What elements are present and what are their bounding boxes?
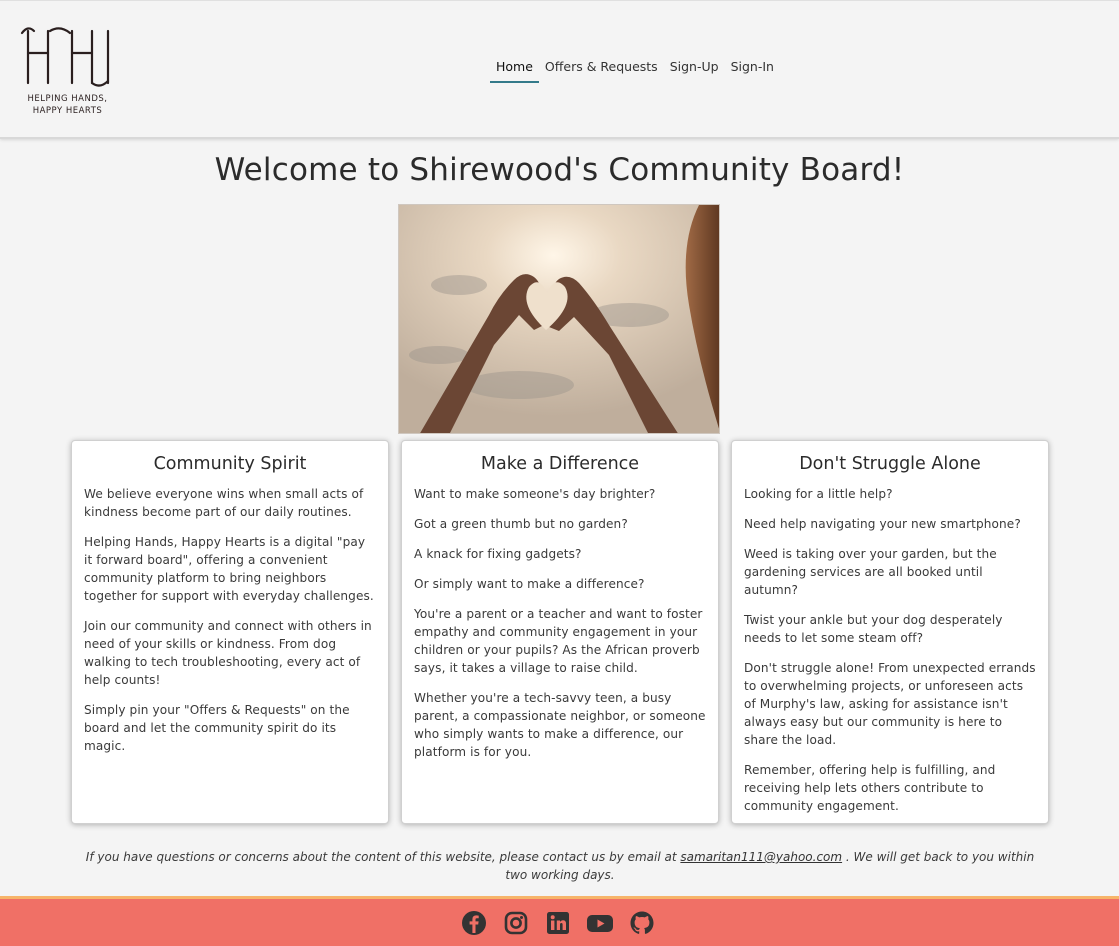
nav-sign-up[interactable]: Sign-Up [664, 51, 725, 83]
card-paragraph: We believe everyone wins when small acts… [84, 487, 364, 519]
site-logo[interactable]: HELPING HANDS, HAPPY HEARTS [20, 23, 115, 118]
card-paragraph: Remember, offering help is fulfilling, a… [744, 763, 996, 813]
card-paragraph: Don't struggle alone! From unexpected er… [744, 661, 1036, 747]
card-paragraph: Whether you're a tech-savvy teen, a busy… [414, 691, 706, 759]
logo-text-line2: HAPPY HEARTS [32, 106, 103, 116]
card-paragraph: You're a parent or a teacher and want to… [414, 607, 703, 675]
card-paragraph: Helping Hands, Happy Hearts is a digital… [84, 535, 374, 603]
card-title: Don't Struggle Alone [799, 454, 981, 474]
card-community-spirit: Community Spirit We believe everyone win… [71, 440, 389, 824]
main-nav: Home Offers & Requests Sign-Up Sign-In [490, 51, 780, 83]
nav-home[interactable]: Home [490, 51, 539, 83]
card-paragraph: Want to make someone's day brighter? [414, 487, 656, 501]
hero-image [398, 204, 720, 434]
nav-sign-in[interactable]: Sign-In [725, 51, 780, 83]
card-paragraph: A knack for fixing gadgets? [414, 547, 582, 561]
site-header: HELPING HANDS, HAPPY HEARTS Home Offers … [0, 0, 1119, 139]
card-title: Community Spirit [153, 454, 307, 474]
card-paragraph: Join our community and connect with othe… [84, 619, 372, 687]
card-paragraph: Simply pin your "Offers & Requests" on t… [84, 703, 350, 753]
youtube-icon[interactable] [586, 909, 614, 937]
card-title: Make a Difference [480, 454, 640, 474]
card-dont-struggle-alone: Don't Struggle Alone Looking for a littl… [731, 440, 1049, 824]
card-paragraph: Need help navigating your new smartphone… [744, 517, 1021, 531]
linkedin-icon[interactable] [544, 909, 572, 937]
card-paragraph: Weed is taking over your garden, but the… [744, 547, 997, 597]
card-paragraph: Got a green thumb but no garden? [414, 517, 628, 531]
site-footer [0, 896, 1119, 946]
card-make-a-difference: Make a Difference Want to make someone's… [401, 440, 719, 824]
github-icon[interactable] [628, 909, 656, 937]
logo-mark-icon [20, 27, 110, 87]
contact-email-link[interactable]: samaritan111@yahoo.com [680, 850, 842, 864]
card-paragraph: Or simply want to make a difference? [414, 577, 645, 591]
card-paragraph: Looking for a little help? [744, 487, 893, 501]
contact-text-before: If you have questions or concerns about … [85, 850, 677, 864]
page-title: Welcome to Shirewood's Community Board! [214, 152, 905, 188]
contact-note: If you have questions or concerns about … [80, 848, 1040, 884]
facebook-icon[interactable] [460, 909, 488, 937]
social-links [460, 909, 656, 937]
nav-offers-requests[interactable]: Offers & Requests [539, 51, 664, 83]
hands-heart-photo [399, 205, 719, 433]
instagram-icon[interactable] [502, 909, 530, 937]
logo-text-line1: HELPING HANDS, [27, 94, 108, 104]
card-paragraph: Twist your ankle but your dog desperatel… [744, 613, 1003, 645]
